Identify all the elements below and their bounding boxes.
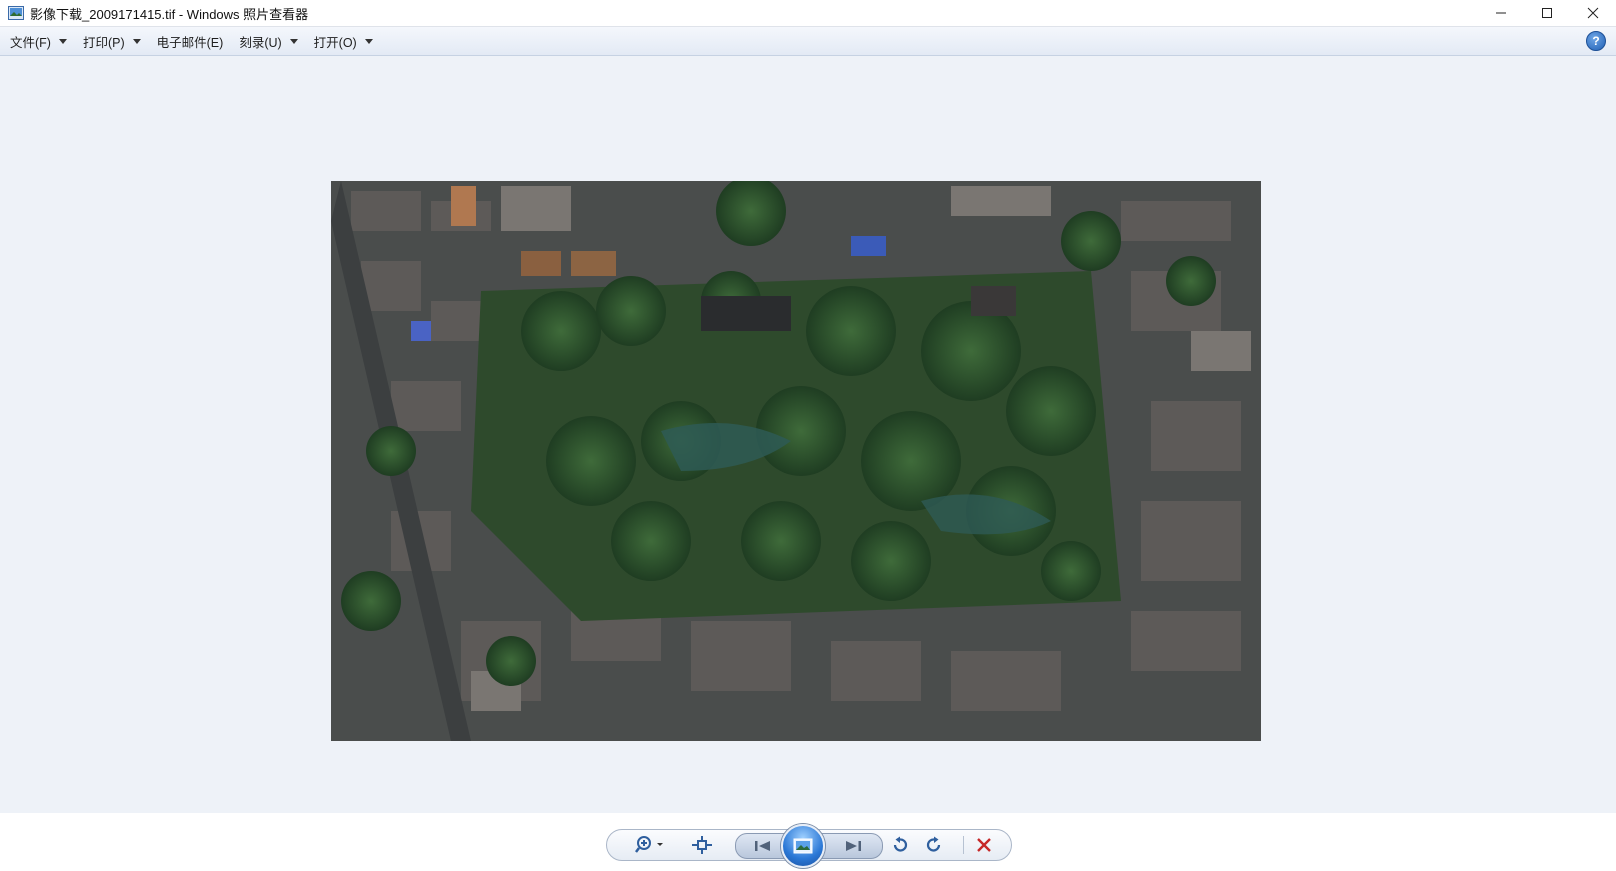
chevron-down-icon [132,38,141,44]
title-bar: 影像下载_2009171415.tif - Windows 照片查看器 [0,0,1616,27]
minimize-button[interactable] [1478,0,1524,26]
menu-burn[interactable]: 刻录(U) [233,29,303,53]
actual-size-icon [692,836,712,854]
slideshow-button[interactable] [781,824,825,868]
menu-file[interactable]: 文件(F) [4,29,73,53]
previous-button[interactable] [746,836,780,856]
maximize-icon [1542,8,1552,18]
toolbar-divider [963,836,964,854]
aerial-photo-graphic [331,181,1261,741]
rotate-clockwise-button[interactable] [919,833,949,857]
next-button[interactable] [836,836,870,856]
chevron-down-icon [58,38,67,44]
close-icon [1587,7,1599,19]
zoom-icon [635,836,663,853]
menu-print-label: 打印(P) [82,35,125,50]
rotate-counterclockwise-button[interactable] [885,833,915,857]
photo-viewer-icon [8,6,24,20]
slideshow-icon [793,838,813,854]
actual-size-button[interactable] [685,833,719,857]
bottom-toolbar [0,813,1616,871]
window-controls [1478,0,1616,26]
minimize-icon [1496,12,1506,14]
rotate-counterclockwise-icon [893,836,908,852]
delete-icon [977,838,991,852]
menu-email-label: 电子邮件(E) [156,35,224,50]
image-viewer-area [0,56,1616,813]
menu-email[interactable]: 电子邮件(E) [151,29,230,53]
menu-print[interactable]: 打印(P) [77,29,147,53]
menu-file-label: 文件(F) [10,35,51,50]
zoom-button[interactable] [631,833,671,857]
rotate-clockwise-icon [926,836,941,852]
delete-button[interactable] [969,833,999,857]
maximize-button[interactable] [1524,0,1570,26]
help-icon[interactable]: ? [1586,31,1606,51]
close-button[interactable] [1570,0,1616,26]
window-title: 影像下载_2009171415.tif - Windows 照片查看器 [30,6,309,22]
chevron-down-icon [364,38,373,44]
satellite-aerial-image[interactable] [331,181,1261,741]
menu-open[interactable]: 打开(O) [308,29,379,53]
menu-burn-label: 刻录(U) [239,35,282,50]
menu-open-label: 打开(O) [313,35,357,50]
previous-icon [755,841,770,851]
next-icon [846,841,861,851]
menu-bar: 文件(F) 打印(P) 电子邮件(E) 刻录(U) 打开(O) ? [0,27,1616,56]
viewer-controls [606,824,1012,868]
chevron-down-icon [289,38,298,44]
